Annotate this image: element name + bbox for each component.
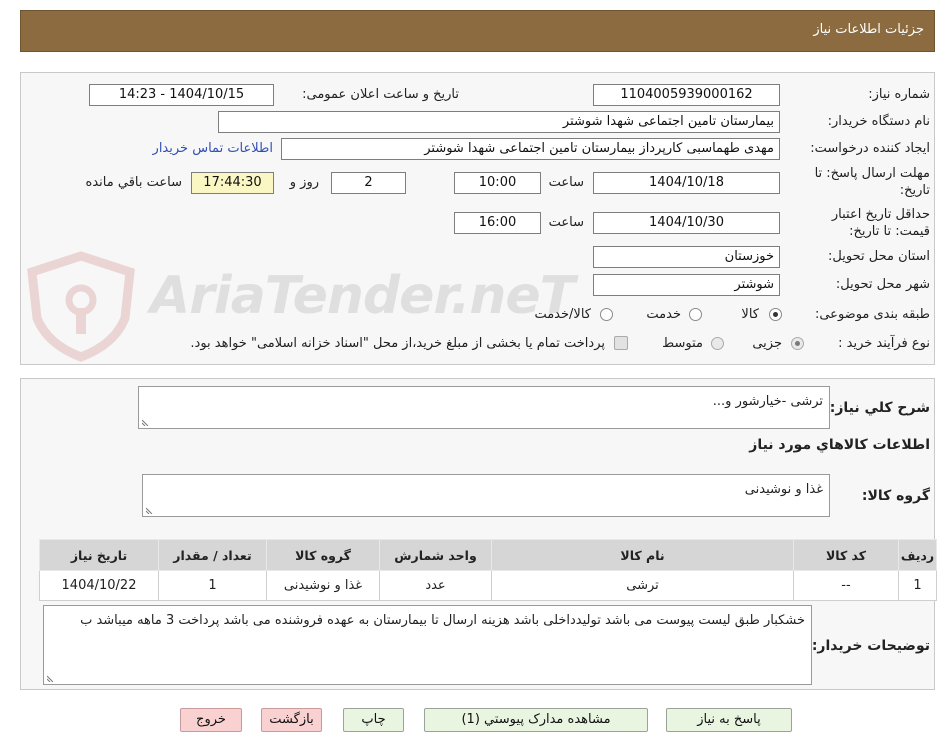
table-row[interactable]: 1 -- ترشی عدد غذا و نوشیدنی 1 1404/10/22 (39, 570, 937, 601)
buyer-org-label: نام دستگاه خریدار: (827, 114, 930, 129)
description-text: ترشی -خیارشور و... (712, 394, 823, 409)
time-remaining-field[interactable]: 17:44:30 (191, 172, 274, 194)
treasury-payment-label: پرداخت تمام یا بخشی از مبلغ خرید،از محل … (190, 336, 605, 351)
price-validity-date-field[interactable]: 1404/10/30 (593, 212, 780, 234)
resize-grip-icon[interactable] (142, 417, 151, 426)
goods-group-text: غذا و نوشیدنی (744, 482, 823, 497)
table-header-row: ردیف کد کالا نام کالا واحد شمارش گروه کا… (39, 539, 937, 571)
description-textarea[interactable]: ترشی -خیارشور و... (138, 386, 830, 429)
buyer-contact-link[interactable]: اطلاعات تماس خریدار (153, 140, 273, 158)
process-medium-radio[interactable] (711, 337, 724, 350)
days-remaining-field[interactable]: 2 (331, 172, 406, 194)
cell-unit: عدد (379, 570, 492, 601)
cell-item-name: ترشی (491, 570, 794, 601)
page-header: جزئیات اطلاعات نیاز (20, 10, 935, 52)
time-remaining-label: ساعت باقي مانده (85, 175, 182, 190)
process-minor-label: جزیی (752, 336, 782, 351)
cell-quantity: 1 (158, 570, 267, 601)
city-field[interactable]: شوشتر (593, 274, 780, 296)
goods-group-textarea[interactable]: غذا و نوشیدنی (142, 474, 830, 517)
response-deadline-time-field[interactable]: 10:00 (454, 172, 541, 194)
requester-field[interactable]: مهدی طهماسبی کارپرداز بیمارستان تامین اج… (281, 138, 780, 160)
response-deadline-date-field[interactable]: 1404/10/18 (593, 172, 780, 194)
column-header-row-number: ردیف (898, 539, 937, 571)
announce-datetime-field[interactable]: 1404/10/15 - 14:23 (89, 84, 274, 106)
announce-datetime-label: تاریخ و ساعت اعلان عمومی: (302, 87, 459, 102)
buyer-org-field[interactable]: بیمارستان تامین اجتماعی شهدا شوشتر (218, 111, 780, 133)
goods-group-label: گروه کالا: (861, 488, 930, 504)
column-header-item-code: کد کالا (793, 539, 899, 571)
category-service-radio[interactable] (689, 308, 702, 321)
column-header-unit: واحد شمارش (379, 539, 492, 571)
category-label: طبقه بندی موضوعی: (814, 307, 930, 322)
print-button[interactable]: چاپ (343, 708, 404, 732)
category-goods-service-label: کالا/خدمت (534, 307, 591, 322)
column-header-goods-group: گروه کالا (266, 539, 380, 571)
page-title: جزئیات اطلاعات نیاز (813, 22, 924, 37)
column-header-item-name: نام کالا (491, 539, 794, 571)
response-deadline-time-label: ساعت (548, 175, 584, 190)
column-header-quantity: تعداد / مقدار (158, 539, 267, 571)
buyer-notes-textarea[interactable]: خشکبار طبق لیست پیوست می باشد تولیدداخلی… (43, 605, 812, 685)
description-label: شرح کلي نیاز: (829, 400, 930, 416)
cell-row-number: 1 (898, 570, 937, 601)
price-validity-time-field[interactable]: 16:00 (454, 212, 541, 234)
province-field[interactable]: خوزستان (593, 246, 780, 268)
items-heading: اطلاعات کالاهاي مورد نیاز (749, 437, 930, 453)
exit-button[interactable]: خروج (180, 708, 242, 732)
need-details-panel: شماره نیاز: 1104005939000162 تاریخ و ساع… (20, 72, 935, 365)
buyer-notes-text: خشکبار طبق لیست پیوست می باشد تولیدداخلی… (80, 613, 805, 628)
category-service-label: خدمت (646, 307, 681, 322)
response-deadline-label-line1: مهلت ارسال پاسخ: تا (814, 166, 930, 181)
category-goods-service-radio[interactable] (600, 308, 613, 321)
cell-goods-group: غذا و نوشیدنی (266, 570, 380, 601)
price-validity-time-label: ساعت (548, 215, 584, 230)
response-deadline-label-line2: تاریخ: (899, 183, 930, 198)
view-attachments-button[interactable]: مشاهده مدارک پیوستي (1) (424, 708, 648, 732)
days-label: روز و (289, 175, 319, 190)
treasury-payment-checkbox[interactable] (614, 336, 628, 350)
process-minor-radio[interactable] (791, 337, 804, 350)
resize-grip-icon[interactable] (146, 505, 155, 514)
respond-button[interactable]: پاسخ به نیاز (666, 708, 792, 732)
back-button[interactable]: بازگشت (261, 708, 322, 732)
price-validity-label-line1: حداقل تاریخ اعتبار (831, 207, 930, 222)
column-header-need-date: تاریخ نیاز (39, 539, 159, 571)
need-number-label: شماره نیاز: (868, 87, 930, 102)
buyer-notes-label: توضیحات خریدار: (811, 638, 930, 654)
category-goods-radio[interactable] (769, 308, 782, 321)
resize-grip-icon[interactable] (47, 673, 56, 682)
category-goods-label: کالا (741, 307, 759, 322)
province-label: استان محل تحویل: (828, 249, 930, 264)
items-table: ردیف کد کالا نام کالا واحد شمارش گروه کا… (39, 539, 937, 601)
requester-label: ایجاد کننده درخواست: (810, 141, 930, 156)
cell-need-date: 1404/10/22 (39, 570, 159, 601)
process-medium-label: متوسط (662, 336, 703, 351)
cell-item-code: -- (793, 570, 899, 601)
needs-panel: شرح کلي نیاز: ترشی -خیارشور و... اطلاعات… (20, 378, 937, 690)
price-validity-label-line2: قیمت: تا تاریخ: (849, 224, 930, 239)
process-type-label: نوع فرآیند خرید : (838, 336, 930, 351)
city-label: شهر محل تحویل: (835, 277, 930, 292)
need-number-field[interactable]: 1104005939000162 (593, 84, 780, 106)
